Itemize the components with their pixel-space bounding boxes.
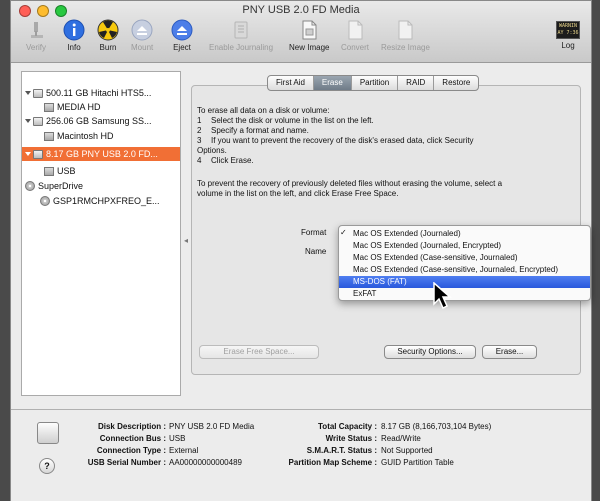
info-value: Not Supported bbox=[381, 446, 433, 455]
volume-icon bbox=[44, 166, 54, 176]
mount-icon bbox=[131, 19, 153, 41]
microscope-icon bbox=[31, 22, 43, 38]
info-key: Total Capacity : bbox=[318, 422, 377, 431]
mount-button[interactable]: Mount bbox=[131, 19, 153, 52]
enable-journaling-button[interactable]: Enable Journaling bbox=[209, 19, 273, 52]
tab-first-aid[interactable]: First Aid bbox=[268, 76, 314, 90]
hard-disk-icon bbox=[33, 116, 43, 126]
disk-item-superdrive[interactable]: SuperDrive bbox=[25, 179, 179, 193]
erase-step-continuation: Options. bbox=[197, 146, 227, 155]
tab-raid[interactable]: RAID bbox=[398, 76, 435, 90]
name-label: Name bbox=[305, 247, 327, 256]
info-key: Write Status : bbox=[325, 434, 377, 443]
info-value: Read/Write bbox=[381, 434, 421, 443]
new-image-button[interactable]: New Image bbox=[289, 19, 329, 52]
info-value: PNY USB 2.0 FD Media bbox=[169, 422, 255, 431]
format-option-ms-dos-fat[interactable]: MS-DOS (FAT) bbox=[339, 276, 590, 288]
info-value: External bbox=[169, 446, 199, 455]
info-key: USB Serial Number : bbox=[87, 458, 166, 467]
burn-button[interactable]: Burn bbox=[97, 19, 119, 52]
resize-image-icon bbox=[398, 20, 413, 40]
disk-list: 500.11 GB Hitachi HTS5... MEDIA HD 256.0… bbox=[21, 71, 181, 396]
usb-drive-icon bbox=[37, 422, 59, 444]
checkmark-icon: ✓ bbox=[340, 228, 347, 237]
free-space-instructions: To prevent the recovery of previously de… bbox=[197, 179, 503, 198]
volume-item-macintosh-hd[interactable]: Macintosh HD bbox=[44, 129, 174, 143]
format-option-exfat[interactable]: ExFAT bbox=[339, 288, 590, 300]
journal-icon bbox=[234, 21, 248, 39]
mouse-pointer-icon bbox=[433, 282, 452, 310]
new-image-icon bbox=[302, 20, 317, 40]
disclosure-triangle-icon[interactable] bbox=[25, 91, 31, 95]
info-value: AA00000000000489 bbox=[169, 458, 242, 467]
volume-item-usb[interactable]: USB bbox=[44, 164, 174, 178]
tab-bar: First Aid Erase Partition RAID Restore bbox=[267, 75, 480, 91]
volume-item-media-hd[interactable]: MEDIA HD bbox=[44, 100, 174, 114]
security-options-button[interactable]: Security Options... bbox=[384, 345, 476, 359]
tab-erase[interactable]: Erase bbox=[313, 76, 352, 90]
log-button[interactable]: WARNIN AY 7:36 Log bbox=[556, 21, 580, 50]
erase-step: 4 Click Erase. bbox=[197, 156, 254, 165]
erase-step: 2 Specify a format and name. bbox=[197, 126, 309, 135]
info-value: USB bbox=[169, 434, 186, 443]
erase-step: 3 If you want to prevent the recovery of … bbox=[197, 136, 474, 145]
help-button[interactable]: ? bbox=[39, 458, 55, 474]
disk-item-samsung[interactable]: 256.06 GB Samsung SS... bbox=[25, 114, 179, 128]
tab-restore[interactable]: Restore bbox=[434, 76, 478, 90]
format-label: Format bbox=[301, 228, 327, 237]
split-view-handle[interactable]: ◂ bbox=[184, 236, 188, 245]
toolbar: PNY USB 2.0 FD Media Verify Info Burn Mo… bbox=[11, 1, 591, 63]
disclosure-triangle-icon[interactable] bbox=[25, 152, 31, 156]
info-button[interactable]: Info bbox=[63, 19, 85, 52]
info-key: Connection Bus : bbox=[99, 434, 166, 443]
info-icon bbox=[63, 19, 85, 41]
log-console-icon: WARNIN AY 7:36 bbox=[556, 21, 580, 39]
disclosure-triangle-icon[interactable] bbox=[25, 119, 31, 123]
erase-intro: To erase all data on a disk or volume: bbox=[197, 106, 330, 115]
disk-item-hitachi[interactable]: 500.11 GB Hitachi HTS5... bbox=[25, 86, 179, 100]
optical-drive-icon bbox=[25, 181, 35, 191]
verify-button[interactable]: Verify bbox=[25, 19, 47, 52]
info-key: Connection Type : bbox=[96, 446, 166, 455]
volume-icon bbox=[44, 102, 54, 112]
disk-item-gsp1rmchpxfreo[interactable]: GSP1RMCHPXFREO_E... bbox=[40, 194, 178, 208]
format-option-case-sensitive-journaled-encrypted[interactable]: Mac OS Extended (Case-sensitive, Journal… bbox=[339, 264, 590, 276]
erase-free-space-button[interactable]: Erase Free Space... bbox=[199, 345, 319, 359]
convert-icon bbox=[348, 20, 363, 40]
info-key: Disk Description : bbox=[97, 422, 166, 431]
disk-item-pny-usb[interactable]: 8.17 GB PNY USB 2.0 FD... bbox=[22, 147, 180, 161]
info-value: 8.17 GB (8,166,703,104 Bytes) bbox=[381, 422, 492, 431]
disc-icon bbox=[40, 196, 50, 206]
disk-utility-window: PNY USB 2.0 FD Media Verify Info Burn Mo… bbox=[10, 0, 592, 501]
erase-button[interactable]: Erase... bbox=[482, 345, 537, 359]
radiation-burn-icon bbox=[97, 19, 119, 41]
convert-button[interactable]: Convert bbox=[341, 19, 369, 52]
format-option-journaled-encrypted[interactable]: Mac OS Extended (Journaled, Encrypted) bbox=[339, 240, 590, 252]
info-key: S.M.A.R.T. Status : bbox=[306, 446, 377, 455]
tab-partition[interactable]: Partition bbox=[352, 76, 399, 90]
eject-button[interactable]: Eject bbox=[171, 19, 193, 52]
format-popup-menu: Mac OS Extended (Journaled) Mac OS Exten… bbox=[338, 225, 591, 301]
hard-disk-icon bbox=[33, 88, 43, 98]
usb-drive-icon bbox=[33, 149, 43, 159]
info-key: Partition Map Scheme : bbox=[288, 458, 377, 467]
disk-info-panel: ? Disk Description : PNY USB 2.0 FD Medi… bbox=[11, 409, 591, 501]
volume-icon bbox=[44, 131, 54, 141]
info-value: GUID Partition Table bbox=[381, 458, 454, 467]
erase-step: 1 Select the disk or volume in the list o… bbox=[197, 116, 374, 125]
resize-image-button[interactable]: Resize Image bbox=[381, 19, 430, 52]
format-option-mac-os-extended-journaled[interactable]: Mac OS Extended (Journaled) bbox=[339, 228, 590, 240]
eject-icon bbox=[171, 19, 193, 41]
window-title: PNY USB 2.0 FD Media bbox=[242, 4, 360, 16]
format-option-case-sensitive-journaled[interactable]: Mac OS Extended (Case-sensitive, Journal… bbox=[339, 252, 590, 264]
